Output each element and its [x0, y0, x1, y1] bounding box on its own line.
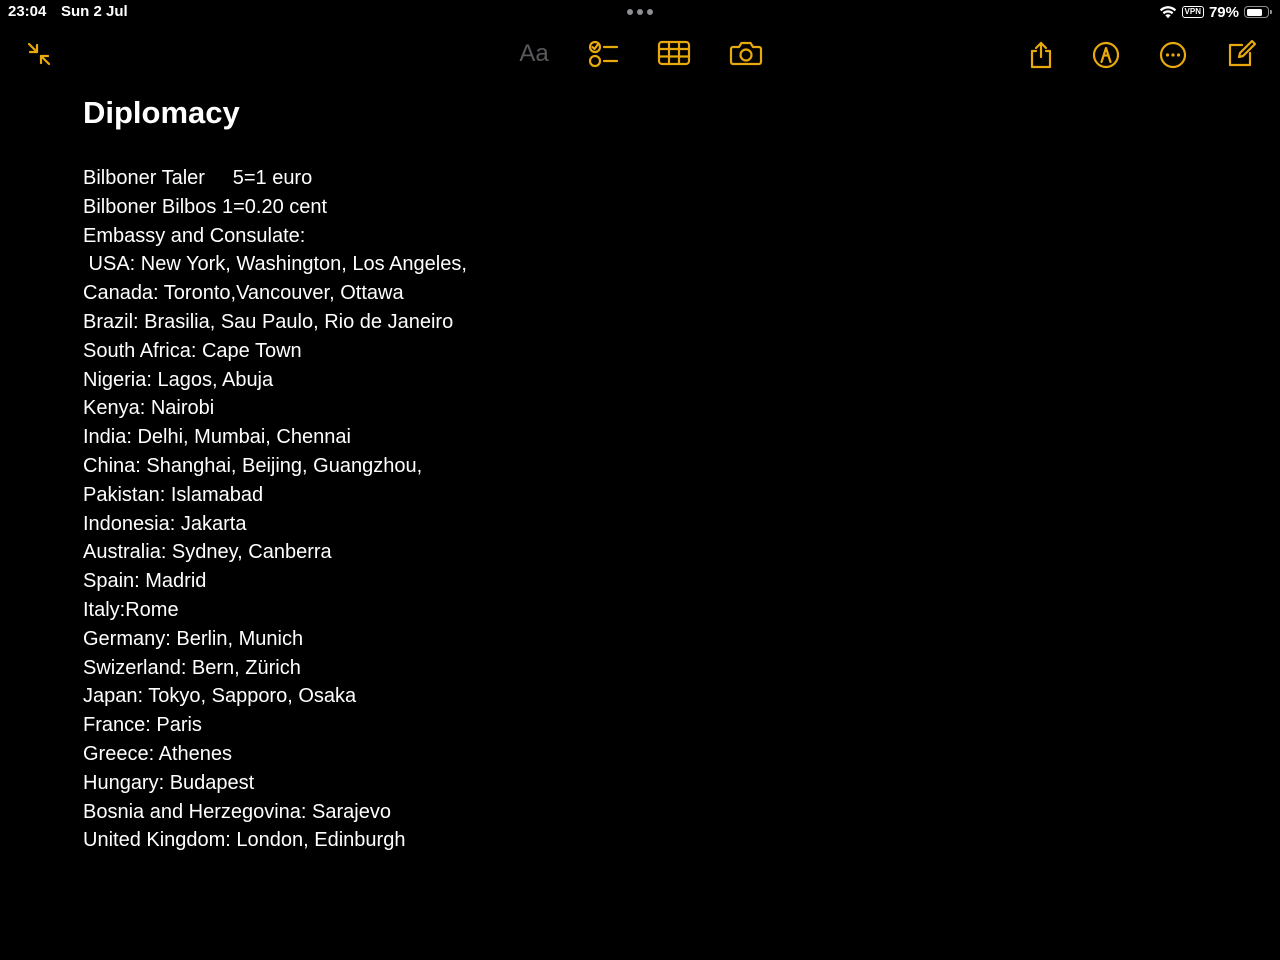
note-line[interactable]: Pakistan: Islamabad — [83, 481, 983, 510]
note-line[interactable]: Embassy and Consulate: — [83, 222, 983, 251]
status-indicators: VPN 79% — [1159, 3, 1272, 21]
compose-button[interactable] — [1223, 35, 1259, 71]
status-date: Sun 2 Jul — [61, 3, 128, 20]
dot — [637, 9, 643, 15]
note-line[interactable]: Bosnia and Herzegovina: Sarajevo — [83, 798, 983, 827]
note-line[interactable]: Bilboner Taler 5=1 euro — [83, 164, 983, 193]
note-line[interactable]: Greece: Athenes — [83, 740, 983, 769]
note-line[interactable]: United Kingdom: London, Edinburgh — [83, 826, 983, 855]
format-text-button[interactable]: Aa — [512, 38, 556, 70]
note-body[interactable]: Bilboner Taler 5=1 euro Bilboner Bilbos 1… — [83, 164, 983, 855]
notes-app: 23:04 Sun 2 Jul VPN 79% Aa Diplomacy Bil… — [0, 0, 1280, 960]
checklist-button[interactable] — [585, 35, 621, 71]
battery-icon — [1244, 6, 1272, 18]
note-line[interactable]: Brazil: Brasilia, Sau Paulo, Rio de Jane… — [83, 308, 983, 337]
multitasking-menu-button[interactable] — [627, 9, 653, 15]
note-line[interactable]: Canada: Toronto,Vancouver, Ottawa — [83, 279, 983, 308]
checklist-icon — [588, 40, 619, 68]
note-line[interactable]: Australia: Sydney, Canberra — [83, 538, 983, 567]
note-title[interactable]: Diplomacy — [83, 92, 983, 134]
dot — [627, 9, 633, 15]
wifi-icon — [1159, 6, 1176, 19]
note-line[interactable]: Hungary: Budapest — [83, 769, 983, 798]
share-button[interactable] — [1023, 35, 1059, 71]
note-editor[interactable]: Diplomacy Bilboner Taler 5=1 euro Bilbone… — [83, 92, 983, 855]
battery-percentage: 79% — [1208, 3, 1239, 21]
battery-level — [1246, 8, 1263, 16]
compose-icon — [1228, 39, 1257, 67]
vpn-badge: VPN — [1181, 6, 1204, 18]
note-line[interactable]: Indonesia: Jakarta — [83, 510, 983, 539]
note-line[interactable]: Bilboner Bilbos 1=0.20 cent — [83, 193, 983, 222]
table-button[interactable] — [656, 35, 692, 71]
note-line[interactable]: Nigeria: Lagos, Abuja — [83, 366, 983, 395]
note-line[interactable]: Spain: Madrid — [83, 567, 983, 596]
note-line[interactable]: Japan: Tokyo, Sapporo, Osaka — [83, 682, 983, 711]
note-line[interactable]: Italy:Rome — [83, 596, 983, 625]
battery-terminal — [1270, 10, 1272, 14]
note-line[interactable]: France: Paris — [83, 711, 983, 740]
camera-button[interactable] — [728, 35, 764, 71]
note-line[interactable]: China: Shanghai, Beijing, Guangzhou, — [83, 452, 983, 481]
more-options-button[interactable] — [1155, 35, 1191, 71]
collapse-icon — [27, 42, 51, 66]
note-line[interactable]: South Africa: Cape Town — [83, 337, 983, 366]
note-line[interactable]: Kenya: Nairobi — [83, 394, 983, 423]
more-icon — [1159, 41, 1187, 69]
share-icon — [1030, 41, 1052, 69]
note-line[interactable]: USA: New York, Washington, Los Angeles, — [83, 250, 983, 279]
dot — [647, 9, 653, 15]
camera-icon — [729, 41, 763, 66]
note-line[interactable]: India: Delhi, Mumbai, Chennai — [83, 423, 983, 452]
collapse-button[interactable] — [21, 36, 57, 72]
markup-icon — [1092, 41, 1120, 69]
markup-button[interactable] — [1088, 35, 1124, 71]
status-time: 23:04 — [8, 3, 47, 20]
note-line[interactable]: Germany: Berlin, Munich — [83, 625, 983, 654]
table-icon — [657, 40, 691, 66]
status-bar: 23:04 Sun 2 Jul VPN 79% — [0, 0, 1280, 24]
note-line[interactable]: Swizerland: Bern, Zürich — [83, 654, 983, 683]
